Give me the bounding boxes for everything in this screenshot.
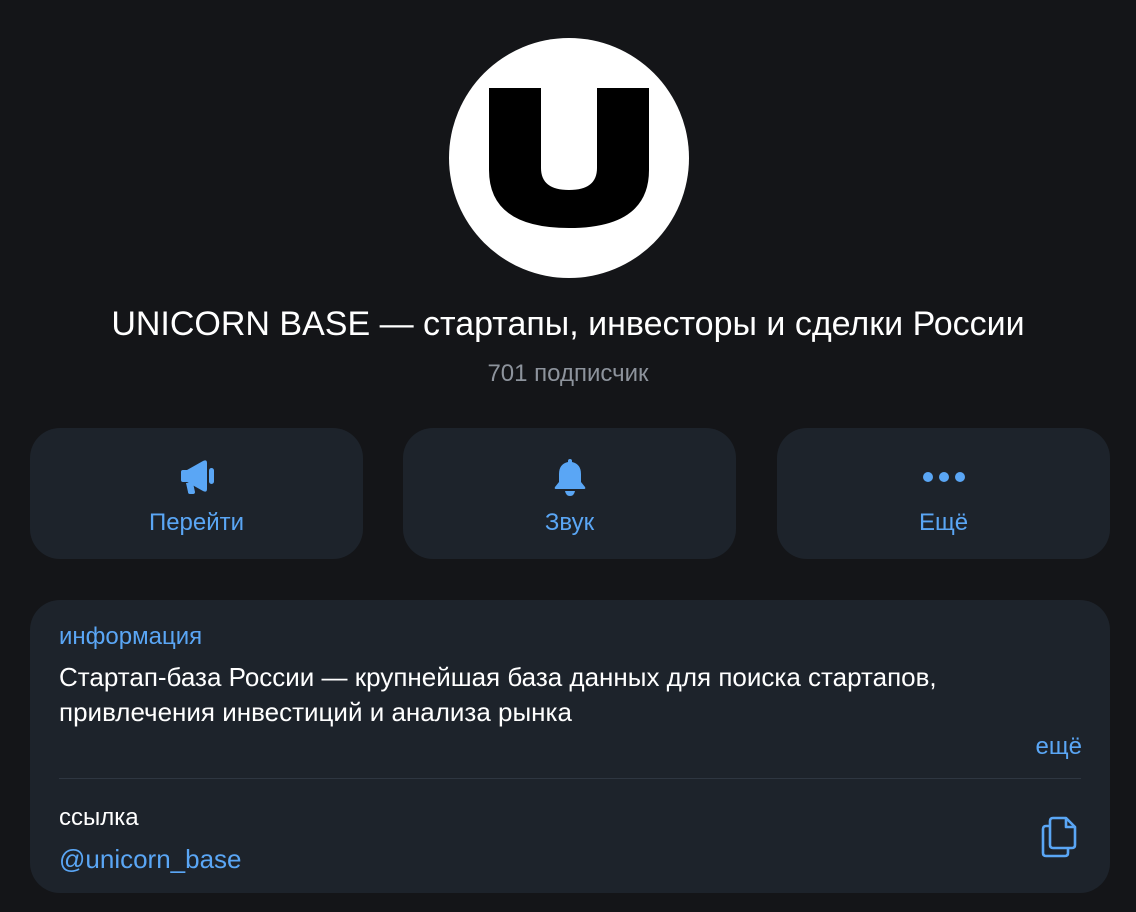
divider bbox=[59, 778, 1081, 779]
megaphone-icon bbox=[30, 456, 363, 498]
channel-title: UNICORN BASE — стартапы, инвесторы и сде… bbox=[111, 305, 1025, 343]
link-section-label: ссылка bbox=[59, 804, 139, 831]
sound-label: Звук bbox=[544, 509, 595, 536]
bell-icon bbox=[403, 456, 736, 498]
channel-profile-page: UNICORN BASE — стартапы, инвесторы и сде… bbox=[0, 0, 1136, 912]
info-section-label: информация bbox=[59, 623, 203, 650]
more-button[interactable]: Ещё bbox=[777, 428, 1110, 559]
copy-link-button[interactable] bbox=[1035, 813, 1083, 861]
description-more-link[interactable]: ещё bbox=[1036, 731, 1082, 763]
more-dots-icon bbox=[777, 456, 1110, 498]
copy-icon bbox=[1041, 816, 1077, 858]
action-bar: Перейти Звук Ещё bbox=[30, 428, 1110, 559]
more-label: Ещё bbox=[918, 509, 969, 536]
sound-button[interactable]: Звук bbox=[403, 428, 736, 559]
subscriber-count: 701 подписчик bbox=[487, 360, 649, 387]
channel-description: Стартап-база России — крупнейшая база да… bbox=[59, 662, 937, 727]
open-channel-button[interactable]: Перейти bbox=[30, 428, 363, 559]
unicorn-base-logo bbox=[489, 88, 649, 228]
info-card: информация Стартап-база России — крупней… bbox=[30, 600, 1110, 893]
channel-username-link[interactable]: @unicorn_base bbox=[59, 842, 242, 876]
open-channel-label: Перейти bbox=[148, 509, 245, 536]
channel-avatar[interactable] bbox=[449, 38, 689, 278]
